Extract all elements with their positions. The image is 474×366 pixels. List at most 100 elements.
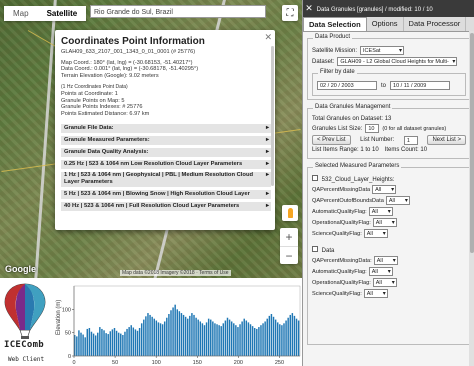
date-to-input[interactable]: 10 / 11 / 2009 xyxy=(390,81,451,90)
chart-bar xyxy=(283,323,285,356)
street-view-pegman-icon[interactable] xyxy=(282,205,298,221)
items-count: Items Count: 10 xyxy=(384,147,428,153)
chart-y-tick-label: 0 xyxy=(68,354,71,360)
chart-bar xyxy=(251,326,254,356)
list-number-label: List Number: xyxy=(360,137,395,143)
qa-filter-label: ScienceQualityFlag: xyxy=(312,290,362,297)
chart-bar xyxy=(182,314,185,356)
popup-section-header[interactable]: 1 Hz | 523 & 1064 nm | Geophysical | PBL… xyxy=(61,172,271,189)
popup-section-header[interactable]: Granule Data Quality Analysis: ▸ xyxy=(61,148,271,159)
chart-bar xyxy=(191,313,193,356)
chart-bar xyxy=(86,328,89,356)
fullscreen-icon[interactable]: ⛶ xyxy=(282,5,298,21)
map-attribution[interactable]: Map data ©2018 Imagery ©2018 · Terms of … xyxy=(120,270,231,276)
close-panel-icon[interactable]: ✕ xyxy=(303,0,315,17)
map-tab-satellite[interactable]: Satellite xyxy=(37,6,87,21)
satellite-map[interactable]: Map Satellite Rio Grande do Sul, Brazil … xyxy=(0,0,302,278)
group1-checkbox[interactable] xyxy=(312,175,318,181)
popup-section-header[interactable]: 0.25 Hz | 523 & 1064 nm Low Resolution C… xyxy=(61,160,271,171)
qa-filter-select[interactable]: All xyxy=(372,185,397,194)
list-size-input[interactable]: 10 xyxy=(365,124,380,133)
qa-filter-select[interactable]: All xyxy=(372,218,397,227)
qa-filter-label: QAPercentOutofBoundsData xyxy=(312,197,384,204)
zoom-in-button[interactable]: + xyxy=(280,228,298,247)
params-fieldset: Selected Measured Parameters 532_Cloud_L… xyxy=(307,163,471,345)
chart-bar xyxy=(90,331,93,356)
popup-info-line: GLAH09_633_2107_001_1343_0_01_0001 (# 25… xyxy=(61,49,196,55)
panel-scrollbar-thumb[interactable] xyxy=(470,33,474,253)
panel-scrollbar[interactable] xyxy=(469,31,474,366)
group2-title: Data xyxy=(321,248,335,254)
chart-bar xyxy=(128,327,130,356)
zoom-out-button[interactable]: − xyxy=(280,247,298,265)
chart-bar xyxy=(120,333,122,356)
panel-header: ✕ Data Granules [granules] / modified: 1… xyxy=(303,0,474,17)
qa-filter-select[interactable]: All xyxy=(385,196,410,205)
qa-filter-select[interactable]: All xyxy=(372,278,397,287)
chart-bar xyxy=(78,330,80,356)
chart-bar xyxy=(258,327,260,356)
chart-bar xyxy=(218,325,220,356)
map-search-input[interactable]: Rio Grande do Sul, Brazil xyxy=(90,5,266,18)
chart-bar xyxy=(272,316,275,356)
tab-data-processor[interactable]: Data Processor xyxy=(404,17,467,31)
elevation-chart: 0 50 100 0 50 100 150 200 250 Elevation (m) xyxy=(56,285,301,366)
qa-filter-row: QAPercentOutofBoundsData All xyxy=(312,196,466,205)
group2-checkbox[interactable] xyxy=(312,246,318,252)
chart-bar xyxy=(145,316,147,356)
popup-point-line: Granule Points Indexes: # 25776 xyxy=(61,104,143,111)
chart-bar xyxy=(247,322,250,356)
balloon-logo-icon xyxy=(4,283,46,339)
popup-section-header[interactable]: 40 Hz | 523 & 1064 nm | Full Resolution … xyxy=(61,202,271,213)
chart-bar xyxy=(237,327,239,356)
popup-point-line: (1 Hz Coordinates Point Data) xyxy=(61,84,128,91)
date-from-input[interactable]: 02 / 20 / 2003 xyxy=(317,81,377,90)
qa-filter-select[interactable]: All xyxy=(373,256,398,265)
map-tab-map[interactable]: Map xyxy=(4,6,38,21)
chart-bar xyxy=(293,315,296,356)
expand-icon: ▸ xyxy=(265,137,269,144)
qa-filter-select[interactable]: All xyxy=(368,267,393,276)
granules-fieldset: Data Granules Management Total Granules … xyxy=(307,104,471,159)
chart-bar xyxy=(285,320,287,356)
chart-bar xyxy=(103,330,105,356)
popup-section-header[interactable]: Granule File Data: ▸ xyxy=(61,124,271,135)
popup-scrollbar[interactable] xyxy=(271,46,274,186)
zoom-control: + − xyxy=(280,228,298,264)
popup-section-header[interactable]: 5 Hz | 523 & 1064 nm | Blowing Snow | Hi… xyxy=(61,190,271,201)
chart-bar xyxy=(88,328,91,356)
control-panel: ✕ Data Granules [granules] / modified: 1… xyxy=(302,0,474,366)
chart-bar xyxy=(222,323,225,356)
chart-x-tick-label: 50 xyxy=(112,360,118,366)
popup-section-label: Granule Measured Parameters: xyxy=(64,137,150,144)
popup-section-label: Granule Data Quality Analysis: xyxy=(64,149,149,156)
chart-bar xyxy=(205,322,208,356)
chart-y-tick-label: 100 xyxy=(62,307,71,313)
qa-filter-label: AutomaticQualityFlag: xyxy=(312,208,367,215)
qa-filter-select[interactable]: All xyxy=(363,229,388,238)
qa-filter-select[interactable]: All xyxy=(368,207,393,216)
list-number-input[interactable]: 1 xyxy=(403,135,418,145)
popup-title: Coordinates Point Information xyxy=(61,36,205,47)
tab-data-selection[interactable]: Data Selection xyxy=(303,17,367,31)
popup-section-header[interactable]: Granule Measured Parameters: ▸ xyxy=(61,136,271,147)
qa-filter-row: QAPercentMissingData: All xyxy=(312,256,466,265)
prev-list-button[interactable]: < Prev List xyxy=(312,135,351,145)
chart-bar xyxy=(281,325,283,356)
chart-bar xyxy=(203,325,206,356)
qa-filter-row: AutomaticQualityFlag: All xyxy=(312,207,466,216)
chart-bar xyxy=(276,322,279,356)
qa-filter-row: AutomaticQualityFlag: All xyxy=(312,267,466,276)
qa-filter-select[interactable]: All xyxy=(363,289,388,298)
tab-options[interactable]: Options xyxy=(367,17,404,31)
chart-bar xyxy=(279,324,281,356)
dataset-select[interactable]: GLAH09 - L2 Global Cloud Heights for Mul… xyxy=(337,57,458,66)
chart-bar xyxy=(76,336,78,356)
next-list-button[interactable]: Next List > xyxy=(427,135,466,145)
popup-section-label: 5 Hz | 523 & 1064 nm | Blowing Snow | Hi… xyxy=(64,191,250,198)
granules-legend: Data Granules Management xyxy=(313,104,393,110)
mission-select[interactable]: ICESat xyxy=(360,46,405,55)
chart-bar xyxy=(193,314,195,356)
chart-bar xyxy=(153,318,155,356)
chart-bar xyxy=(241,321,243,356)
